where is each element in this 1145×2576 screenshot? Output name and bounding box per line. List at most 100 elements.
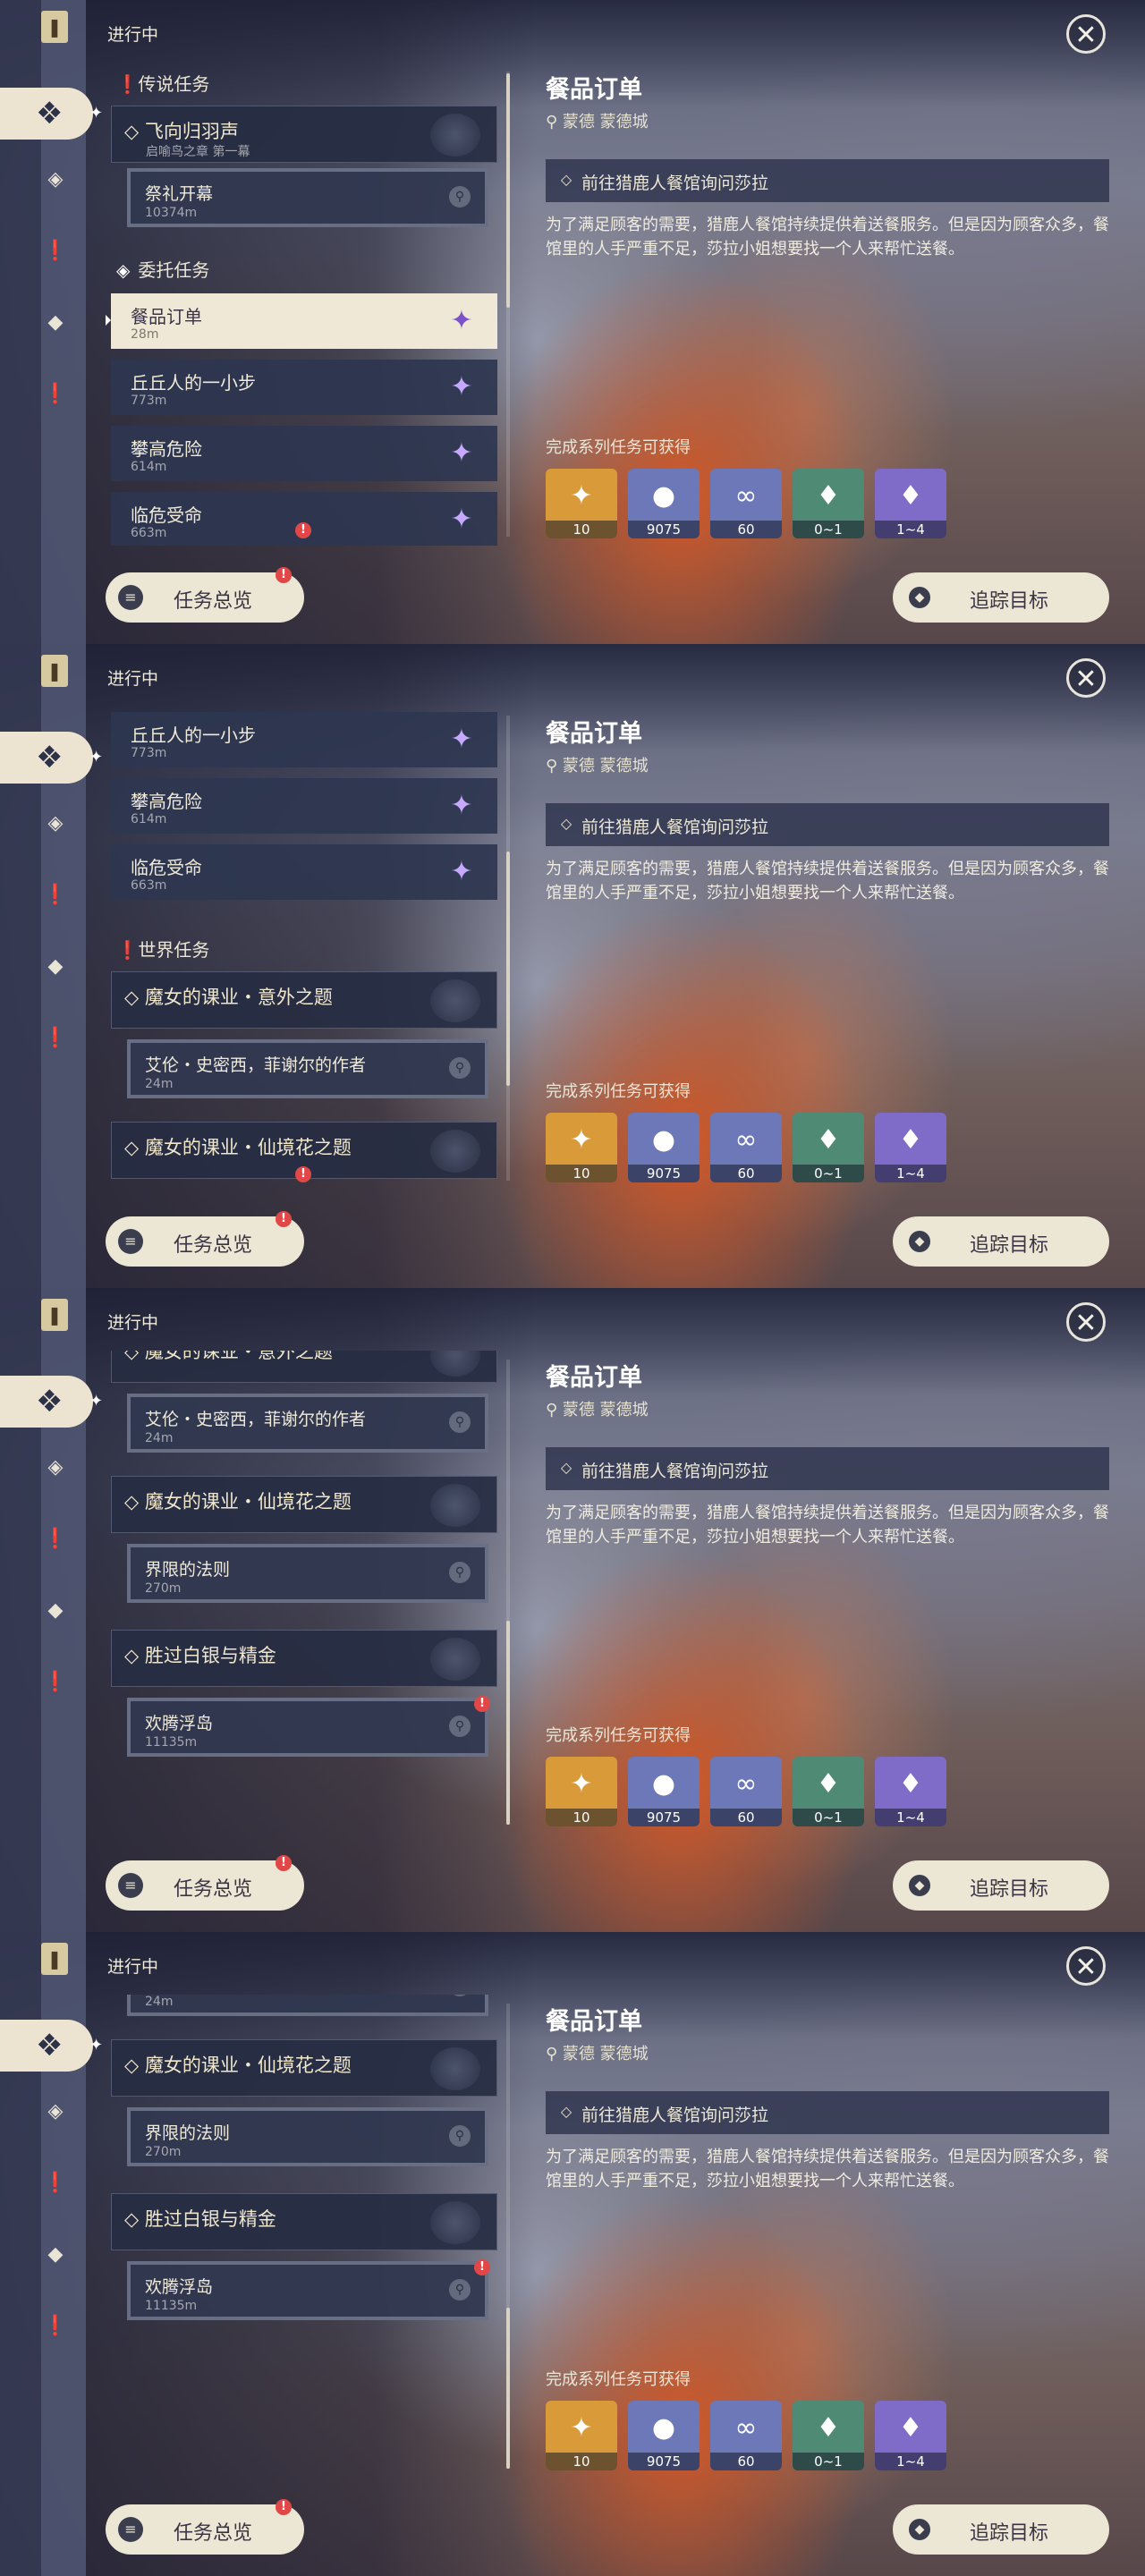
location-pin-icon[interactable]: ⚲ — [449, 186, 471, 208]
reward-item[interactable]: ● 9075 — [628, 1757, 700, 1826]
sidebar-item-story-icon[interactable]: ❗ — [39, 1522, 72, 1555]
sidebar-item-world-icon[interactable]: ❗ — [39, 377, 72, 410]
quest-step-item[interactable]: 欢腾浮岛 11135m ⚲ ! — [127, 1696, 490, 1757]
commission-item[interactable]: 丘丘人的一小步 773m ✦ — [111, 712, 497, 767]
sidebar-item-archon-icon[interactable]: ◈ — [39, 807, 72, 839]
selection-sparkle-icon: ✦ — [89, 104, 104, 123]
quest-overview-button[interactable]: ≡ 任务总览 ! — [106, 1211, 304, 1267]
sidebar-item-commission-icon[interactable]: ◆ — [39, 2238, 72, 2270]
quest-list[interactable]: ❗ 传说任务 ◇ 飞向归羽声 启喻鸟之章 第一幕 祭礼开幕 10374m ⚲ ◈… — [106, 63, 499, 546]
bookmark-icon[interactable]: ❚ — [41, 1943, 68, 1975]
reward-item[interactable]: ✦ 10 — [546, 2401, 617, 2470]
reward-item[interactable]: ♦ 0~1 — [793, 1113, 864, 1182]
reward-item[interactable]: ♦ 0~1 — [793, 469, 864, 538]
reward-item[interactable]: ♦ 1~4 — [875, 1113, 946, 1182]
sidebar-item-archon-icon[interactable]: ◈ — [39, 1451, 72, 1483]
commission-item[interactable]: 餐品订单 28m ✦ — [106, 293, 497, 349]
scrollbar-thumb[interactable] — [506, 2308, 510, 2469]
scrollbar-thumb[interactable] — [506, 852, 510, 1086]
location-pin-icon[interactable]: ⚲ — [449, 1995, 471, 1996]
quest-group-header[interactable]: ◇ 魔女的课业・意外之题 — [111, 1351, 497, 1383]
track-objective-button[interactable]: ◆ 追踪目标 — [893, 1216, 1109, 1267]
close-button[interactable]: ✕ — [1066, 1302, 1106, 1342]
location-pin-icon[interactable]: ⚲ — [449, 1562, 471, 1583]
quest-group-header[interactable]: ◇ 飞向归羽声 启喻鸟之章 第一幕 — [111, 106, 497, 163]
reward-item[interactable]: ♦ 0~1 — [793, 2401, 864, 2470]
quest-group-header[interactable]: ◇ 胜过白银与精金 — [111, 2193, 497, 2250]
quest-overview-button[interactable]: ≡ 任务总览 ! — [106, 2499, 304, 2555]
track-objective-button[interactable]: ◆ 追踪目标 — [893, 1860, 1109, 1911]
group-emblem-icon — [430, 1351, 480, 1377]
reward-item[interactable]: ∞ 60 — [710, 1113, 782, 1182]
diamond-icon: ◇ — [124, 987, 140, 1008]
quest-title: 餐品订单 — [546, 76, 642, 104]
quest-list[interactable]: ❗ 传说任务 ◇ 飞向归羽声 启喻鸟之章 第一幕 祭礼开幕 10374m ⚲ ◈… — [106, 1995, 499, 2478]
reward-item[interactable]: ● 9075 — [628, 1113, 700, 1182]
location-pin-icon[interactable]: ⚲ — [449, 1716, 471, 1737]
sidebar-item-story-icon[interactable]: ❗ — [39, 2166, 72, 2199]
quest-step-item[interactable]: 艾伦・史密西，菲谢尔的作者 24m ⚲ — [127, 1039, 488, 1098]
quest-group-header[interactable]: ◇ 魔女的课业・仙境花之题 — [111, 2039, 497, 2097]
sidebar-item-all-quests[interactable]: ❖ — [0, 2020, 93, 2072]
sidebar-item-story-icon[interactable]: ❗ — [39, 878, 72, 911]
sidebar-item-world-icon[interactable]: ❗ — [39, 2309, 72, 2342]
location-pin-icon[interactable]: ⚲ — [449, 1411, 471, 1433]
sidebar-item-archon-icon[interactable]: ◈ — [39, 2095, 72, 2127]
commission-item[interactable]: 临危受命 663m ✦ — [111, 844, 497, 900]
sidebar-item-world-icon[interactable]: ❗ — [39, 1021, 72, 1054]
sidebar-item-all-quests[interactable]: ❖ — [0, 88, 93, 140]
track-objective-button[interactable]: ◆ 追踪目标 — [893, 572, 1109, 623]
quest-group-header[interactable]: ◇ 魔女的课业・意外之题 — [111, 971, 497, 1029]
reward-item[interactable]: ✦ 10 — [546, 1113, 617, 1182]
sidebar-item-all-quests[interactable]: ❖ — [0, 1376, 93, 1428]
bookmark-icon[interactable]: ❚ — [41, 655, 68, 687]
quest-step-item[interactable]: 界限的法则 270m ⚲ — [127, 2107, 488, 2166]
quest-step-item[interactable]: 界限的法则 270m ⚲ — [127, 1544, 488, 1603]
sidebar-item-commission-icon[interactable]: ◆ — [39, 1594, 72, 1626]
reward-item[interactable]: ♦ 0~1 — [793, 1757, 864, 1826]
reward-item[interactable]: ∞ 60 — [710, 469, 782, 538]
track-objective-button[interactable]: ◆ 追踪目标 — [893, 2504, 1109, 2555]
sidebar-item-all-quests[interactable]: ❖ — [0, 732, 93, 784]
bookmark-icon[interactable]: ❚ — [41, 11, 68, 43]
quest-list[interactable]: ❗ 传说任务 ◇ 飞向归羽声 启喻鸟之章 第一幕 祭礼开幕 10374m ⚲ ◈… — [106, 707, 499, 1190]
reward-item[interactable]: ✦ 10 — [546, 1757, 617, 1826]
location-pin-icon[interactable]: ⚲ — [449, 1057, 471, 1079]
reward-item[interactable]: ∞ 60 — [710, 2401, 782, 2470]
commission-item[interactable]: 攀高危险 614m ✦ — [111, 426, 497, 481]
sidebar-item-commission-icon[interactable]: ◆ — [39, 950, 72, 982]
close-button[interactable]: ✕ — [1066, 1946, 1106, 1986]
quest-overview-button[interactable]: ≡ 任务总览 ! — [106, 567, 304, 623]
close-button[interactable]: ✕ — [1066, 658, 1106, 698]
quest-overview-button[interactable]: ≡ 任务总览 ! — [106, 1855, 304, 1911]
location-pin-icon[interactable]: ⚲ — [449, 2279, 471, 2301]
quest-group-header[interactable]: ◇ 魔女的课业・仙境花之题 — [111, 1476, 497, 1533]
reward-item[interactable]: ♦ 1~4 — [875, 2401, 946, 2470]
scrollbar-thumb[interactable] — [506, 1621, 510, 1825]
location-text: 蒙德 蒙德城 — [562, 757, 649, 775]
all-quests-icon: ❖ — [36, 740, 64, 775]
reward-count: 0~1 — [793, 1809, 864, 1826]
quest-step-item[interactable]: 艾伦・史密西，菲谢尔的作者 24m ⚲ — [127, 1394, 488, 1453]
scrollbar-thumb[interactable] — [506, 73, 510, 308]
reward-item[interactable]: ✦ 10 — [546, 469, 617, 538]
quest-list[interactable]: ❗ 传说任务 ◇ 飞向归羽声 启喻鸟之章 第一幕 祭礼开幕 10374m ⚲ ◈… — [106, 1351, 499, 1834]
quest-group-header[interactable]: ◇ 胜过白银与精金 — [111, 1630, 497, 1687]
reward-item[interactable]: ♦ 1~4 — [875, 469, 946, 538]
sidebar-item-commission-icon[interactable]: ◆ — [39, 306, 72, 338]
sidebar-item-archon-icon[interactable]: ◈ — [39, 163, 72, 195]
reward-item[interactable]: ● 9075 — [628, 2401, 700, 2470]
location-pin-icon[interactable]: ⚲ — [449, 2125, 471, 2147]
commission-item[interactable]: 攀高危险 614m ✦ — [111, 778, 497, 834]
quest-step-item[interactable]: 欢腾浮岛 11135m ⚲ ! — [127, 2259, 490, 2320]
reward-item[interactable]: ♦ 1~4 — [875, 1757, 946, 1826]
sidebar-item-story-icon[interactable]: ❗ — [39, 234, 72, 267]
close-button[interactable]: ✕ — [1066, 14, 1106, 54]
quest-step-item[interactable]: 祭礼开幕 10374m ⚲ — [127, 168, 488, 227]
quest-step-item[interactable]: 艾伦・史密西，菲谢尔的作者 24m ⚲ — [127, 1995, 488, 2016]
reward-item[interactable]: ● 9075 — [628, 469, 700, 538]
bookmark-icon[interactable]: ❚ — [41, 1299, 68, 1331]
sidebar-item-world-icon[interactable]: ❗ — [39, 1665, 72, 1698]
commission-item[interactable]: 丘丘人的一小步 773m ✦ — [111, 360, 497, 415]
reward-item[interactable]: ∞ 60 — [710, 1757, 782, 1826]
